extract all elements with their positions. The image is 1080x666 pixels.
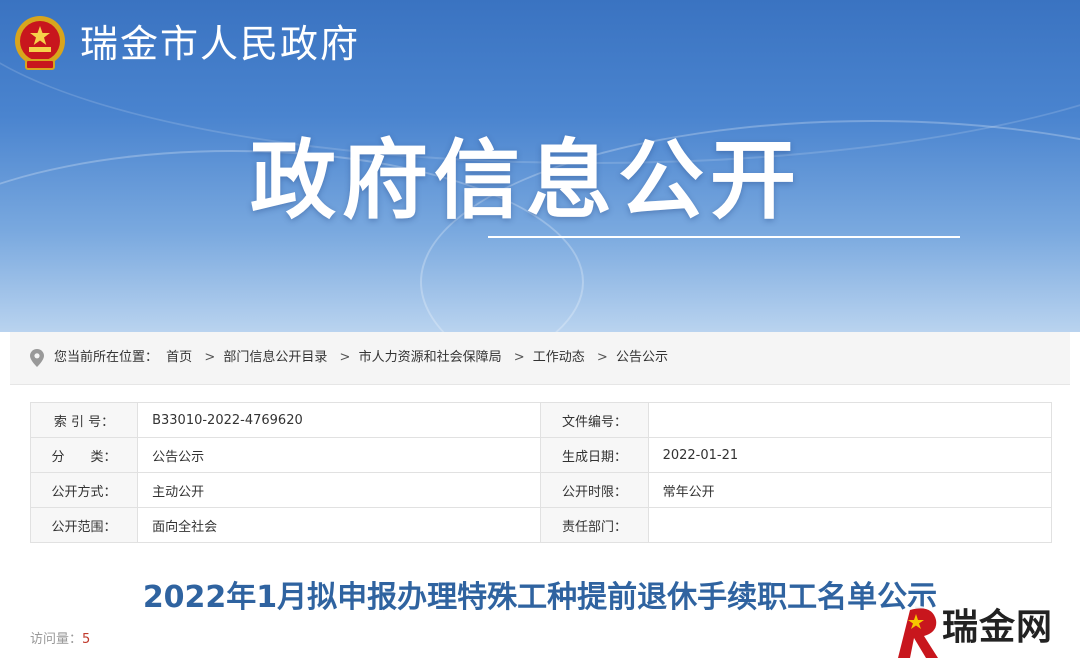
meta-value-scope: 面向全社会 <box>137 507 542 543</box>
document-meta-table: 索 引 号： B33010-2022-4769620 文件编号： 分 类： 公告… <box>29 402 1053 543</box>
breadcrumb-separator: > <box>596 350 608 365</box>
breadcrumb-separator: > <box>204 350 216 365</box>
title-underline <box>488 236 960 238</box>
header-banner: 瑞金市人民政府 政府信息公开 <box>0 0 1080 332</box>
meta-key-scope: 公开范围： <box>29 507 139 543</box>
breadcrumb-separator: > <box>513 350 525 365</box>
national-emblem-icon[interactable] <box>12 14 68 72</box>
meta-key-date: 生成日期： <box>540 437 649 473</box>
meta-value-doc-number <box>647 402 1053 438</box>
table-row: 公开方式： 主动公开 公开时限： 常年公开 <box>29 472 1053 508</box>
breadcrumb-item-home[interactable]: 首页 <box>166 350 192 365</box>
location-pin-icon <box>30 349 44 367</box>
meta-key-category: 分 类： <box>29 437 139 473</box>
meta-value-disclosure-period: 常年公开 <box>647 472 1053 508</box>
table-row: 分 类： 公告公示 生成日期： 2022-01-21 <box>29 437 1053 473</box>
breadcrumb-separator: > <box>339 350 351 365</box>
breadcrumb-prefix: 您当前所在位置： <box>54 350 159 365</box>
meta-key-doc-number: 文件编号： <box>540 402 649 438</box>
meta-key-index: 索 引 号： <box>29 402 139 438</box>
visits-label: 访问量： <box>30 632 83 647</box>
table-row: 公开范围： 面向全社会 责任部门： <box>29 507 1053 543</box>
meta-key-disclosure-method: 公开方式： <box>29 472 139 508</box>
meta-key-disclosure-period: 公开时限： <box>540 472 649 508</box>
meta-key-department: 责任部门： <box>540 507 649 543</box>
breadcrumb-item-notices[interactable]: 公告公示 <box>616 350 668 365</box>
meta-value-disclosure-method: 主动公开 <box>137 472 542 508</box>
meta-value-department <box>647 507 1053 543</box>
site-name[interactable]: 瑞金市人民政府 <box>80 20 360 68</box>
table-row: 索 引 号： B33010-2022-4769620 文件编号： <box>29 402 1053 438</box>
visits-count: 5 <box>82 632 91 647</box>
visit-counter: 访问量：5 <box>30 630 90 650</box>
meta-value-index: B33010-2022-4769620 <box>137 402 542 438</box>
breadcrumb-item-news[interactable]: 工作动态 <box>533 350 585 365</box>
watermark-text: 瑞金网 <box>942 607 1054 648</box>
breadcrumb: 您当前所在位置： 首页 > 部门信息公开目录 > 市人力资源和社会保障局 > 工… <box>10 332 1070 385</box>
section-title: 政府信息公开 <box>250 131 802 231</box>
breadcrumb-item-catalog[interactable]: 部门信息公开目录 <box>223 350 327 365</box>
meta-value-category: 公告公示 <box>137 437 542 473</box>
breadcrumb-item-bureau[interactable]: 市人力资源和社会保障局 <box>359 350 502 365</box>
meta-value-date: 2022-01-21 <box>647 437 1053 473</box>
